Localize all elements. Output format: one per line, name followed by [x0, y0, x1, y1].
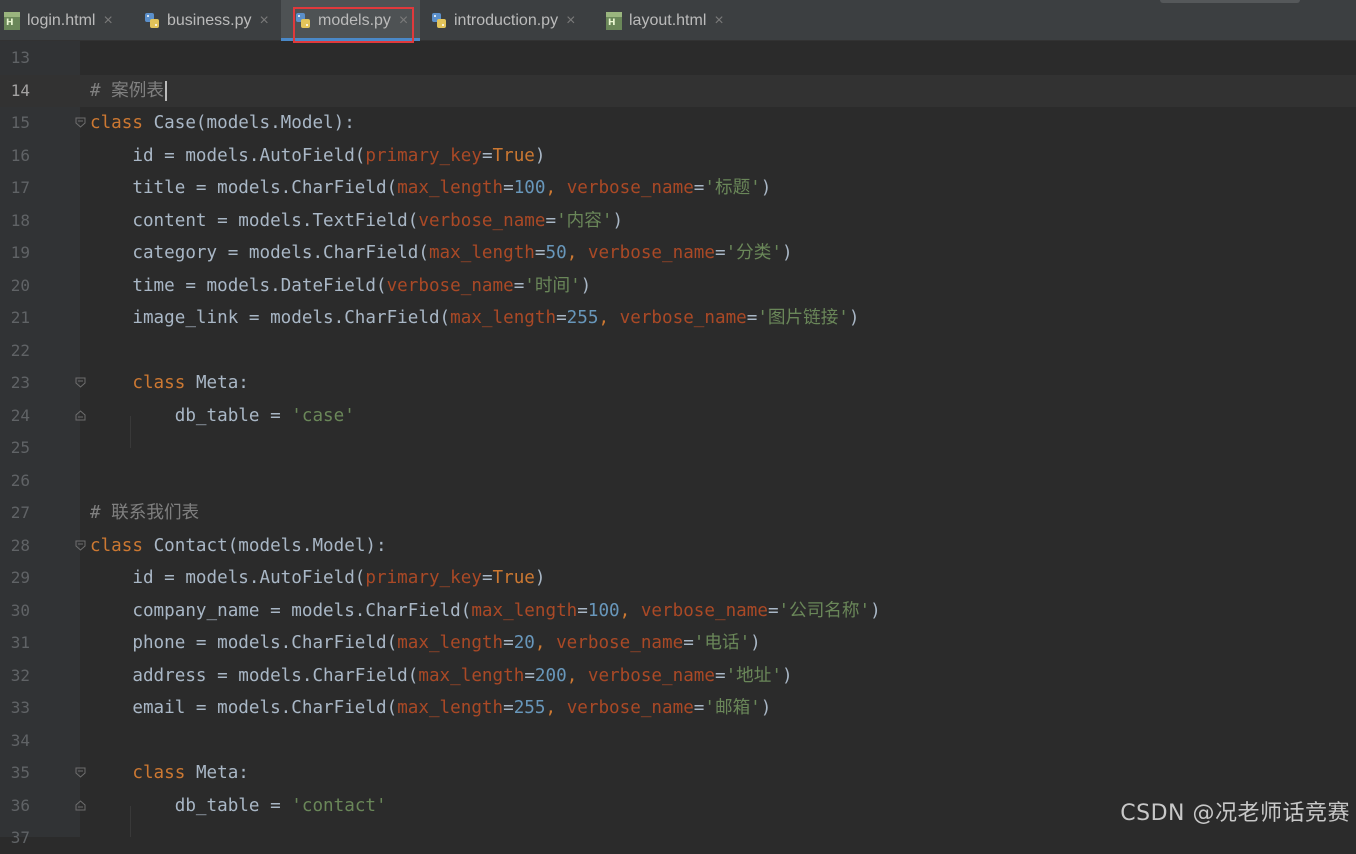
line-number: 35	[10, 763, 30, 782]
code-text: id = models.AutoField(primary_key=True)	[90, 145, 546, 166]
code-text: title = models.CharField(max_length=100,…	[90, 178, 772, 198]
tab-label: layout.html	[629, 11, 707, 29]
line-number: 18	[10, 210, 30, 230]
line-number: 31	[10, 633, 30, 652]
fold-end-icon[interactable]	[75, 409, 86, 421]
python-file-icon	[295, 12, 311, 30]
code-editor[interactable]: 13 14 # 案例表 15 class Case(models.Model): 16 i…	[0, 41, 1356, 847]
code-text: address = models.CharField(max_length=20…	[90, 665, 793, 686]
code-line[interactable]: 21 image_link = models.CharField(max_len…	[0, 302, 1356, 334]
line-number: 37	[10, 828, 30, 847]
code-line[interactable]: 31 phone = models.CharField(max_length=2…	[0, 627, 1356, 659]
code-text: phone = models.CharField(max_length=20, …	[90, 633, 761, 653]
code-line[interactable]: 13	[0, 42, 1356, 74]
code-line[interactable]: 19 category = models.CharField(max_lengt…	[0, 237, 1356, 269]
code-line[interactable]: 33 email = models.CharField(max_length=2…	[0, 692, 1356, 724]
line-number: 26	[10, 470, 30, 490]
line-number: 19	[10, 243, 30, 262]
code-line[interactable]: 32 address = models.CharField(max_length…	[0, 660, 1356, 692]
tab-label: login.html	[27, 11, 96, 29]
line-number: 33	[10, 698, 30, 717]
python-file-icon	[144, 12, 160, 30]
line-number: 20	[10, 275, 30, 295]
watermark: CSDN @况老师话竞赛	[1120, 801, 1350, 826]
code-line[interactable]: 18 content = models.TextField(verbose_na…	[0, 205, 1356, 237]
code-line[interactable]: 26	[0, 465, 1356, 497]
code-text: class Meta:	[132, 763, 249, 783]
code-line[interactable]: 28 class Contact(models.Model):	[0, 530, 1356, 562]
close-icon[interactable]: ×	[714, 12, 723, 30]
tab-introduction-py[interactable]: introduction.py ×	[431, 0, 575, 41]
code-line[interactable]: 14 # 案例表	[0, 74, 1356, 107]
line-number: 13	[10, 48, 30, 67]
line-number: 15	[10, 113, 30, 132]
line-number: 23	[10, 373, 30, 392]
code-line[interactable]: 29 id = models.AutoField(primary_key=Tru…	[0, 562, 1356, 594]
line-number: 21	[10, 308, 30, 327]
fold-collapse-icon[interactable]	[75, 540, 86, 551]
line-number: 34	[10, 730, 30, 750]
fold-end-icon[interactable]	[75, 799, 86, 811]
code-text: content = models.TextField(verbose_name=…	[90, 210, 624, 231]
text-caret	[164, 80, 167, 101]
code-text: time = models.DateField(verbose_name='时间…	[90, 275, 592, 296]
line-number: 36	[10, 795, 30, 815]
tab-models-py[interactable]: models.py ×	[281, 0, 421, 41]
tab-label: introduction.py	[454, 11, 559, 29]
code-line[interactable]: 15 class Case(models.Model):	[0, 107, 1356, 139]
close-icon[interactable]: ×	[566, 12, 575, 30]
html-file-icon	[606, 11, 622, 30]
html-file-icon	[4, 11, 20, 30]
code-line[interactable]: 20 time = models.DateField(verbose_name=…	[0, 270, 1356, 302]
code-text: company_name = models.CharField(max_leng…	[90, 600, 881, 621]
code-text: class Meta:	[132, 373, 249, 393]
code-line[interactable]: 35 class Meta:	[0, 757, 1356, 789]
tab-label: models.py	[318, 11, 391, 29]
close-icon[interactable]: ×	[399, 12, 408, 30]
code-line[interactable]: 22	[0, 335, 1356, 367]
code-text: class Contact(models.Model):	[90, 535, 387, 556]
code-text: email = models.CharField(max_length=255,…	[90, 698, 772, 718]
line-number: 24	[10, 405, 30, 425]
tab-layout-html[interactable]: layout.html ×	[606, 0, 724, 41]
code-text: class Case(models.Model):	[90, 113, 355, 133]
code-text: id = models.AutoField(primary_key=True)	[90, 568, 546, 588]
line-number: 17	[10, 178, 30, 197]
code-line[interactable]: 34	[0, 725, 1356, 757]
code-line[interactable]: 25	[0, 432, 1356, 464]
line-number: 25	[10, 438, 30, 457]
code-line[interactable]: 30 company_name = models.CharField(max_l…	[0, 595, 1356, 627]
python-file-icon	[431, 12, 447, 30]
code-line[interactable]: 17 title = models.CharField(max_length=1…	[0, 172, 1356, 204]
tab-label: business.py	[167, 11, 252, 29]
code-line[interactable]: 23 class Meta:	[0, 367, 1356, 399]
line-number: 29	[10, 568, 30, 587]
line-number: 32	[10, 665, 30, 685]
code-text: db_table = 'contact'	[90, 795, 387, 816]
code-text: image_link = models.CharField(max_length…	[90, 308, 860, 328]
fold-collapse-icon[interactable]	[75, 377, 86, 388]
line-number: 14	[10, 80, 30, 100]
tab-login-html[interactable]: login.html ×	[4, 0, 113, 41]
code-text: category = models.CharField(max_length=5…	[90, 243, 793, 263]
editor-tab-bar: login.html × business.py × models.py × i…	[0, 0, 1356, 41]
line-number: 16	[10, 145, 30, 165]
tab-business-py[interactable]: business.py ×	[144, 0, 269, 41]
line-number: 27	[10, 503, 30, 522]
code-text: # 案例表	[90, 75, 167, 107]
line-number: 30	[10, 600, 30, 620]
code-line[interactable]: 24 db_table = 'case'	[0, 400, 1356, 432]
close-icon[interactable]: ×	[260, 12, 269, 30]
code-line[interactable]: 27 # 联系我们表	[0, 497, 1356, 529]
line-number: 28	[10, 535, 30, 555]
code-text: # 联系我们表	[90, 503, 200, 523]
fold-collapse-icon[interactable]	[75, 117, 86, 128]
line-number: 22	[10, 340, 30, 360]
fold-collapse-icon[interactable]	[75, 767, 86, 778]
code-line[interactable]: 16 id = models.AutoField(primary_key=Tru…	[0, 140, 1356, 172]
code-text: db_table = 'case'	[90, 405, 355, 426]
close-icon[interactable]: ×	[103, 12, 112, 30]
toolbar-control[interactable]	[1160, 0, 1300, 3]
